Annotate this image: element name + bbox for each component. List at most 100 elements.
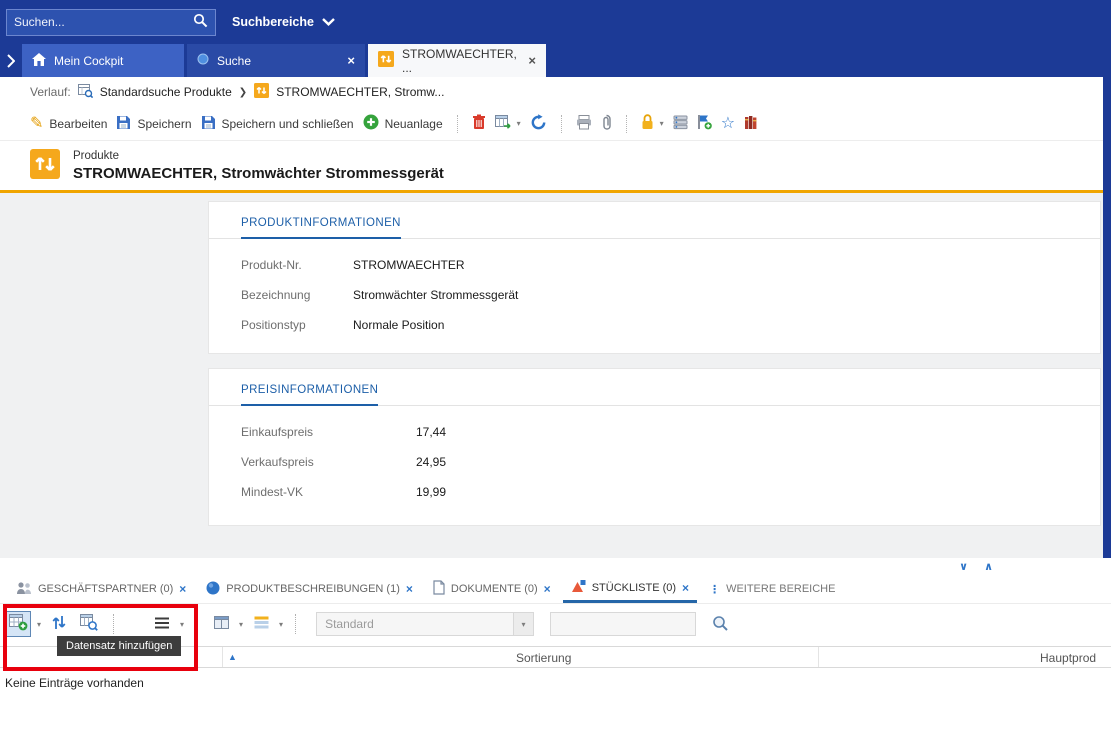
product-icon — [378, 51, 394, 70]
card-title-tab[interactable]: PREISINFORMATIONEN — [241, 384, 378, 406]
export-button[interactable]: ▾ — [495, 115, 521, 133]
printer-icon — [576, 115, 592, 133]
view-layout-button[interactable] — [209, 611, 233, 637]
card-header: PREISINFORMATIONEN — [209, 369, 1100, 406]
tab-stromwaechter[interactable]: STROMWAECHTER, ... × — [368, 44, 546, 77]
archive-stack-button[interactable] — [673, 115, 688, 133]
chevron-down-icon[interactable]: ▾ — [180, 620, 184, 629]
tooltip-datensatz-hinzufuegen: Datensatz hinzufügen — [57, 636, 181, 656]
chevron-down-icon[interactable]: ▾ — [37, 620, 41, 629]
tab-overflow-chevron-icon[interactable] — [0, 44, 22, 77]
global-search-input[interactable] — [14, 15, 187, 29]
collapse-up-icon[interactable]: ∧ — [984, 560, 993, 573]
toolbar-separator — [113, 614, 114, 634]
chevron-down-icon[interactable]: ▾ — [279, 620, 283, 629]
hamburger-icon — [154, 617, 170, 632]
content-area: PRODUKTINFORMATIONEN Produkt-Nr. STROMWA… — [0, 193, 1103, 558]
field-row: Einkaufspreis 17,44 — [209, 417, 1100, 447]
tab-produktbeschreibungen[interactable]: PRODUKTBESCHREIBUNGEN (1) × — [198, 575, 421, 603]
field-label: Produkt-Nr. — [241, 258, 353, 272]
field-row: Produkt-Nr. STROMWAECHTER — [209, 250, 1100, 280]
save-close-button[interactable]: Speichern und schließen — [201, 115, 354, 133]
close-icon[interactable]: × — [406, 582, 413, 596]
field-row: Verkaufspreis 24,95 — [209, 447, 1100, 477]
favorite-button[interactable]: ☆ — [721, 116, 735, 132]
lock-button[interactable]: ▾ — [641, 114, 664, 133]
reorder-button[interactable] — [47, 611, 71, 637]
tab-stueckliste[interactable]: STÜCKLISTE (0) × — [563, 575, 697, 603]
flag-plus-icon — [697, 114, 712, 133]
tab-dokumente[interactable]: DOKUMENTE (0) × — [425, 575, 559, 603]
field-label: Mindest-VK — [241, 485, 416, 499]
field-label: Bezeichnung — [241, 288, 353, 302]
tab-mein-cockpit[interactable]: Mein Cockpit — [22, 44, 184, 77]
field-value: 17,44 — [416, 425, 446, 439]
record-header: Produkte STROMWAECHTER, Stromwächter Str… — [0, 141, 1103, 193]
card-header: PRODUKTINFORMATIONEN — [209, 202, 1100, 239]
tab-label: GESCHÄFTSPARTNER (0) — [38, 583, 173, 595]
edit-button[interactable]: ✎ Bearbeiten — [30, 116, 107, 132]
sort-ascending-icon[interactable]: ▲ — [228, 652, 237, 662]
new-record-label: Neuanlage — [385, 117, 443, 131]
delete-button[interactable] — [472, 114, 486, 133]
global-search-box[interactable] — [6, 9, 216, 36]
grid-search-button[interactable] — [708, 611, 732, 637]
grouping-rows-icon — [254, 616, 269, 632]
close-icon[interactable]: × — [544, 582, 551, 596]
field-row: Mindest-VK 19,99 — [209, 477, 1100, 507]
breadcrumb-item-record[interactable]: STROMWAECHTER, Stromw... — [276, 85, 444, 99]
close-icon[interactable]: × — [682, 581, 689, 595]
field-label: Positionstyp — [241, 318, 353, 332]
card-title-tab[interactable]: PRODUKTINFORMATIONEN — [241, 217, 401, 239]
books-icon — [744, 115, 758, 133]
field-value: 24,95 — [416, 455, 446, 469]
bottom-tab-bar: GESCHÄFTSPARTNER (0) × PRODUKTBESCHREIBU… — [0, 575, 1111, 604]
column-header-hauptprodukt[interactable]: Hauptprod — [1040, 651, 1096, 665]
search-record-button[interactable] — [77, 611, 101, 637]
refresh-button[interactable] — [530, 114, 547, 134]
right-scroll-strip[interactable] — [1103, 77, 1111, 558]
breadcrumb-prefix: Verlauf: — [30, 85, 71, 99]
tab-geschaeftspartner[interactable]: GESCHÄFTSPARTNER (0) × — [8, 575, 194, 603]
collapse-down-icon[interactable]: ∨ — [959, 560, 968, 573]
chevron-down-icon[interactable]: ▾ — [660, 119, 664, 128]
close-icon[interactable]: × — [179, 582, 186, 596]
books-button[interactable] — [744, 115, 758, 133]
save-label: Speichern — [137, 117, 191, 131]
star-icon: ☆ — [721, 116, 735, 132]
new-record-button[interactable]: Neuanlage — [363, 114, 443, 133]
save-icon — [116, 115, 131, 133]
record-title: STROMWAECHTER, Stromwächter Strommessger… — [73, 165, 444, 182]
chevron-down-icon[interactable]: ▾ — [517, 119, 521, 128]
close-icon[interactable]: × — [347, 54, 355, 67]
parts-list-icon — [571, 579, 586, 596]
tab-weitere-bereiche[interactable]: ⋮ WEITERE BEREICHE — [701, 575, 843, 603]
quick-filter-input[interactable] — [550, 612, 696, 636]
search-icon — [712, 615, 728, 634]
view-select[interactable]: Standard ▾ — [316, 612, 534, 636]
window-tab-bar: Mein Cockpit Suche × STROMWAECHTER, ... … — [0, 44, 1111, 77]
column-header-sortierung[interactable]: Sortierung — [516, 651, 571, 665]
field-row: Bezeichnung Stromwächter Strommessgerät — [209, 280, 1100, 310]
grouping-button[interactable] — [249, 611, 273, 637]
more-dots-icon: ⋮ — [709, 583, 720, 596]
add-record-button[interactable] — [6, 611, 31, 637]
view-select-dropdown-button[interactable]: ▾ — [513, 613, 533, 635]
field-rows: Einkaufspreis 17,44 Verkaufspreis 24,95 … — [209, 406, 1100, 507]
save-button[interactable]: Speichern — [116, 115, 191, 133]
paperclip-icon — [601, 114, 612, 133]
menu-button[interactable] — [150, 611, 174, 637]
search-icon[interactable] — [193, 13, 208, 31]
export-table-icon — [495, 115, 511, 133]
attachment-button[interactable] — [601, 114, 612, 133]
search-areas-dropdown[interactable]: Suchbereiche — [232, 15, 335, 29]
field-value: Normale Position — [353, 318, 444, 332]
chevron-down-icon[interactable]: ▾ — [239, 620, 243, 629]
tab-label: WEITERE BEREICHE — [726, 583, 835, 595]
flag-add-button[interactable] — [697, 114, 712, 133]
record-type-label: Produkte — [73, 150, 444, 162]
print-button[interactable] — [576, 115, 592, 133]
close-icon[interactable]: × — [528, 54, 536, 67]
tab-suche[interactable]: Suche × — [187, 44, 365, 77]
breadcrumb-item-standardsuche[interactable]: Standardsuche Produkte — [100, 85, 232, 99]
